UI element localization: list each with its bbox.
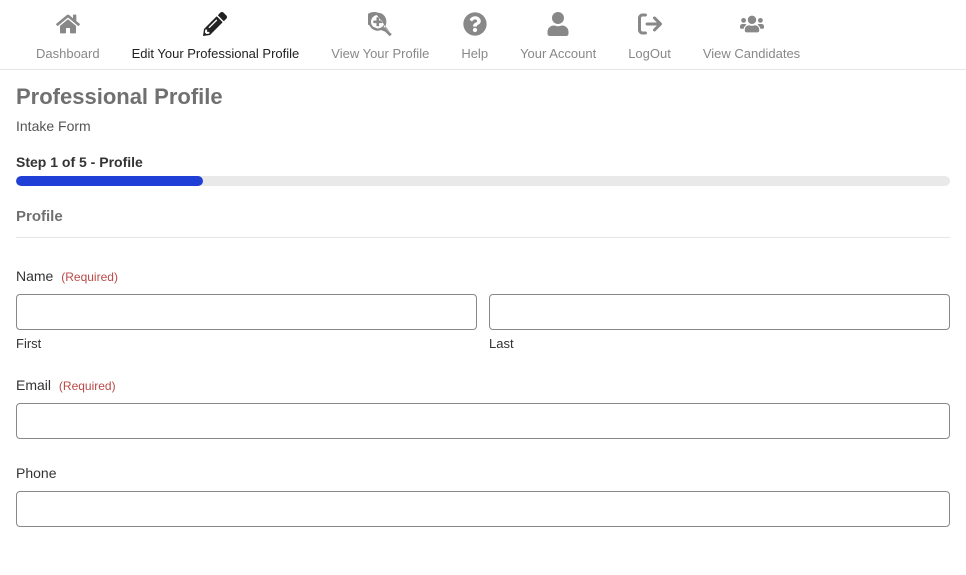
- email-field-group: Email (Required): [16, 377, 950, 439]
- nav-logout[interactable]: LogOut: [612, 12, 687, 61]
- phone-label: Phone: [16, 465, 950, 481]
- question-circle-icon: [463, 12, 487, 36]
- email-input[interactable]: [16, 403, 950, 439]
- progress-fill: [16, 176, 203, 186]
- sign-out-icon: [638, 12, 662, 36]
- users-icon: [740, 12, 764, 36]
- top-nav: Dashboard Edit Your Professional Profile…: [0, 0, 966, 70]
- section-divider: [16, 237, 950, 238]
- nav-label: Your Account: [520, 46, 596, 61]
- first-name-sublabel: First: [16, 336, 477, 351]
- progress-bar: [16, 176, 950, 186]
- phone-field-group: Phone: [16, 465, 950, 527]
- nav-your-account[interactable]: Your Account: [504, 12, 612, 61]
- home-icon: [56, 12, 80, 36]
- phone-input[interactable]: [16, 491, 950, 527]
- phone-label-text: Phone: [16, 465, 56, 481]
- last-name-sublabel: Last: [489, 336, 950, 351]
- email-label-text: Email: [16, 377, 51, 393]
- last-name-input[interactable]: [489, 294, 950, 330]
- page-title: Professional Profile: [16, 84, 950, 110]
- nav-edit-profile[interactable]: Edit Your Professional Profile: [116, 12, 316, 61]
- name-field-group: Name (Required) First Last: [16, 268, 950, 351]
- nav-view-profile[interactable]: View Your Profile: [315, 12, 445, 61]
- nav-help[interactable]: Help: [445, 12, 504, 61]
- nav-label: Dashboard: [36, 46, 100, 61]
- name-required-text: (Required): [61, 270, 118, 284]
- page-subtitle: Intake Form: [16, 118, 950, 134]
- search-plus-icon: [368, 12, 392, 36]
- nav-label: LogOut: [628, 46, 671, 61]
- content-area: Professional Profile Intake Form Step 1 …: [0, 70, 966, 567]
- nav-label: Edit Your Professional Profile: [132, 46, 300, 61]
- nav-view-candidates[interactable]: View Candidates: [687, 12, 816, 61]
- section-title: Profile: [16, 208, 950, 225]
- nav-label: View Your Profile: [331, 46, 429, 61]
- nav-label: View Candidates: [703, 46, 800, 61]
- nav-dashboard[interactable]: Dashboard: [20, 12, 116, 61]
- user-icon: [546, 12, 570, 36]
- nav-label: Help: [461, 46, 488, 61]
- name-label: Name (Required): [16, 268, 950, 284]
- step-label: Step 1 of 5 - Profile: [16, 154, 950, 170]
- pencil-icon: [203, 12, 227, 36]
- first-name-input[interactable]: [16, 294, 477, 330]
- email-label: Email (Required): [16, 377, 950, 393]
- email-required-text: (Required): [59, 379, 116, 393]
- name-label-text: Name: [16, 268, 53, 284]
